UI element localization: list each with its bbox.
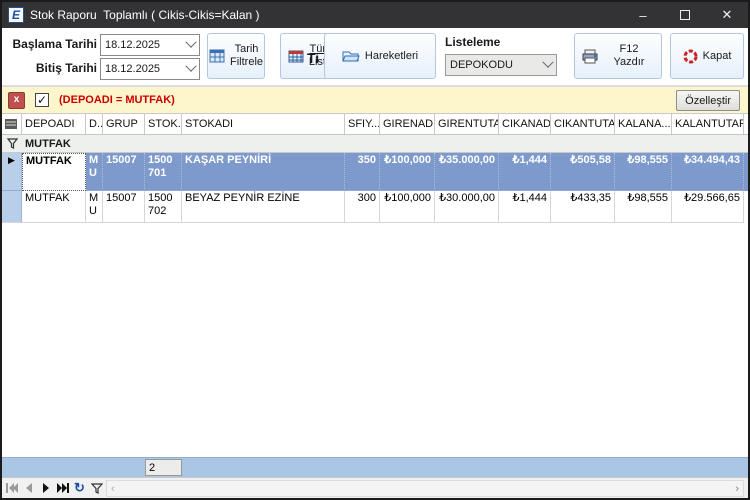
- refresh-icon[interactable]: ↻: [72, 481, 87, 496]
- previous-record-button[interactable]: [21, 481, 36, 496]
- app-window: E Stok Raporu Toplamlı ( Cikis-Cikis=Kal…: [0, 0, 750, 500]
- grid-summary-row: 2: [2, 457, 748, 477]
- data-grid: DEPOADI D... GRUP STOK... STOKADI SFIY..…: [2, 114, 748, 477]
- table-row[interactable]: MUTFAK MU 15007 1500702 BEYAZ PEYNİR EZİ…: [2, 191, 748, 223]
- start-date-label: Başlama Tarihi: [7, 37, 97, 51]
- column-header[interactable]: STOK...: [145, 114, 182, 134]
- grid-empty-area: [2, 223, 748, 457]
- column-header[interactable]: DEPOADI: [22, 114, 86, 134]
- cell-grup[interactable]: 15007: [103, 191, 145, 223]
- column-header[interactable]: GIRENAD...: [380, 114, 435, 134]
- column-header[interactable]: STOKADI: [182, 114, 345, 134]
- hidden-label-fragment: Ti: [307, 50, 319, 66]
- app-logo-icon: E: [8, 7, 24, 23]
- table-row[interactable]: ▶ MUTFAK MU 15007 1500701 KAŞAR PEYNİRİ …: [2, 153, 748, 191]
- row-marker-icon: ▶: [2, 153, 22, 191]
- button-label: Hareketleri: [365, 50, 418, 63]
- record-navigator: ↻ ‹ ›: [2, 477, 748, 498]
- toolbar: Başlama Tarihi 18.12.2025 Bitiş Tarihi 1…: [2, 28, 748, 86]
- column-header[interactable]: CIKANTUTAR: [551, 114, 615, 134]
- cell-sfiy[interactable]: 350: [345, 153, 380, 191]
- remove-filter-button[interactable]: x: [8, 92, 25, 109]
- chevron-down-icon: [542, 57, 553, 68]
- customize-button[interactable]: Özelleştir: [676, 90, 740, 111]
- cell-grup[interactable]: 15007: [103, 153, 145, 191]
- listeleme-value: DEPOKODU: [450, 59, 513, 71]
- group-row[interactable]: MUTFAK: [2, 135, 748, 153]
- cell-depoadi[interactable]: MUTFAK: [22, 191, 86, 223]
- printer-icon: [582, 49, 599, 64]
- cell-kalantutar[interactable]: ₺34.494,43: [672, 153, 744, 191]
- cell-d[interactable]: MU: [86, 153, 103, 191]
- cell-depoadi[interactable]: MUTFAK: [22, 153, 86, 191]
- cell-cikantutar[interactable]: ₺433,35: [551, 191, 615, 223]
- row-selector[interactable]: [2, 191, 22, 223]
- column-header[interactable]: D...: [86, 114, 103, 134]
- cell-stok[interactable]: 1500702: [145, 191, 182, 223]
- maximize-icon: [680, 10, 690, 20]
- next-record-button[interactable]: [38, 481, 53, 496]
- filter-checkbox[interactable]: ✓: [35, 93, 49, 107]
- chevron-down-icon: [185, 61, 196, 72]
- last-record-button[interactable]: [55, 481, 70, 496]
- cell-sfiy[interactable]: 300: [345, 191, 380, 223]
- button-label: Kapat: [703, 50, 732, 63]
- end-date-value: 18.12.2025: [105, 63, 160, 75]
- cell-kalana[interactable]: ₺98,555: [615, 153, 672, 191]
- cell-stokadi[interactable]: KAŞAR PEYNİRİ: [182, 153, 345, 191]
- listeleme-combo[interactable]: DEPOKODU: [445, 54, 557, 76]
- grid-header-row: DEPOADI D... GRUP STOK... STOKADI SFIY..…: [2, 114, 748, 135]
- first-record-button[interactable]: [4, 481, 19, 496]
- cell-girentutar[interactable]: ₺35.000,00: [435, 153, 499, 191]
- column-header[interactable]: SFIY...: [345, 114, 380, 134]
- cell-kalantutar[interactable]: ₺29.566,65: [672, 191, 744, 223]
- chevron-down-icon: [185, 37, 196, 48]
- hareketleri-button[interactable]: Hareketleri: [324, 33, 436, 79]
- tarih-filtrele-button[interactable]: TarihFiltrele: [207, 33, 265, 79]
- scroll-right-icon[interactable]: ›: [735, 483, 739, 495]
- stop-icon: [683, 49, 698, 64]
- scroll-left-icon[interactable]: ‹: [111, 483, 115, 495]
- window-title: Stok Raporu Toplamlı ( Cikis-Cikis=Kalan…: [30, 8, 260, 22]
- record-count: 2: [145, 459, 182, 476]
- start-date-combo[interactable]: 18.12.2025: [100, 34, 200, 56]
- column-header[interactable]: CIKANAD...: [499, 114, 551, 134]
- cell-kalana[interactable]: ₺98,555: [615, 191, 672, 223]
- horizontal-scrollbar[interactable]: ‹ ›: [106, 480, 744, 497]
- maximize-button[interactable]: [664, 2, 706, 28]
- end-date-label: Bitiş Tarihi: [7, 61, 97, 75]
- calendar-icon: [288, 48, 304, 64]
- cell-cikanad[interactable]: ₺1,444: [499, 191, 551, 223]
- column-header[interactable]: GIRENTUTAR: [435, 114, 499, 134]
- column-header[interactable]: KALANTUTAR: [672, 114, 744, 134]
- end-date-combo[interactable]: 18.12.2025: [100, 58, 200, 80]
- select-all-icon[interactable]: [2, 114, 22, 134]
- f12-yazdir-button[interactable]: F12 Yazdır: [574, 33, 662, 79]
- filter-funnel-icon[interactable]: [89, 481, 104, 496]
- column-header[interactable]: GRUP: [103, 114, 145, 134]
- start-date-value: 18.12.2025: [105, 39, 160, 51]
- table-calendar-icon: [209, 48, 225, 64]
- folder-icon: [342, 49, 360, 63]
- titlebar: E Stok Raporu Toplamlı ( Cikis-Cikis=Kal…: [2, 2, 748, 28]
- minimize-button[interactable]: –: [622, 2, 664, 28]
- cell-cikantutar[interactable]: ₺505,58: [551, 153, 615, 191]
- cell-cikanad[interactable]: ₺1,444: [499, 153, 551, 191]
- cell-girenad[interactable]: ₺100,000: [380, 153, 435, 191]
- filter-bar: x ✓ (DEPOADI = MUTFAK) Özelleştir: [2, 86, 748, 114]
- cell-d[interactable]: MU: [86, 191, 103, 223]
- kapat-button[interactable]: Kapat: [670, 33, 744, 79]
- cell-stok[interactable]: 1500701: [145, 153, 182, 191]
- column-header[interactable]: KALANA...: [615, 114, 672, 134]
- button-label: Tarih: [235, 43, 259, 55]
- button-label: F12 Yazdır: [604, 43, 654, 69]
- listeleme-label: Listeleme: [445, 35, 500, 49]
- filter-funnel-icon: [2, 135, 22, 153]
- cell-stokadi[interactable]: BEYAZ PEYNİR EZİNE: [182, 191, 345, 223]
- group-row-label: MUTFAK: [22, 135, 748, 153]
- close-button[interactable]: ✕: [706, 2, 748, 28]
- filter-condition-text: (DEPOADI = MUTFAK): [59, 94, 175, 106]
- cell-girentutar[interactable]: ₺30.000,00: [435, 191, 499, 223]
- cell-girenad[interactable]: ₺100,000: [380, 191, 435, 223]
